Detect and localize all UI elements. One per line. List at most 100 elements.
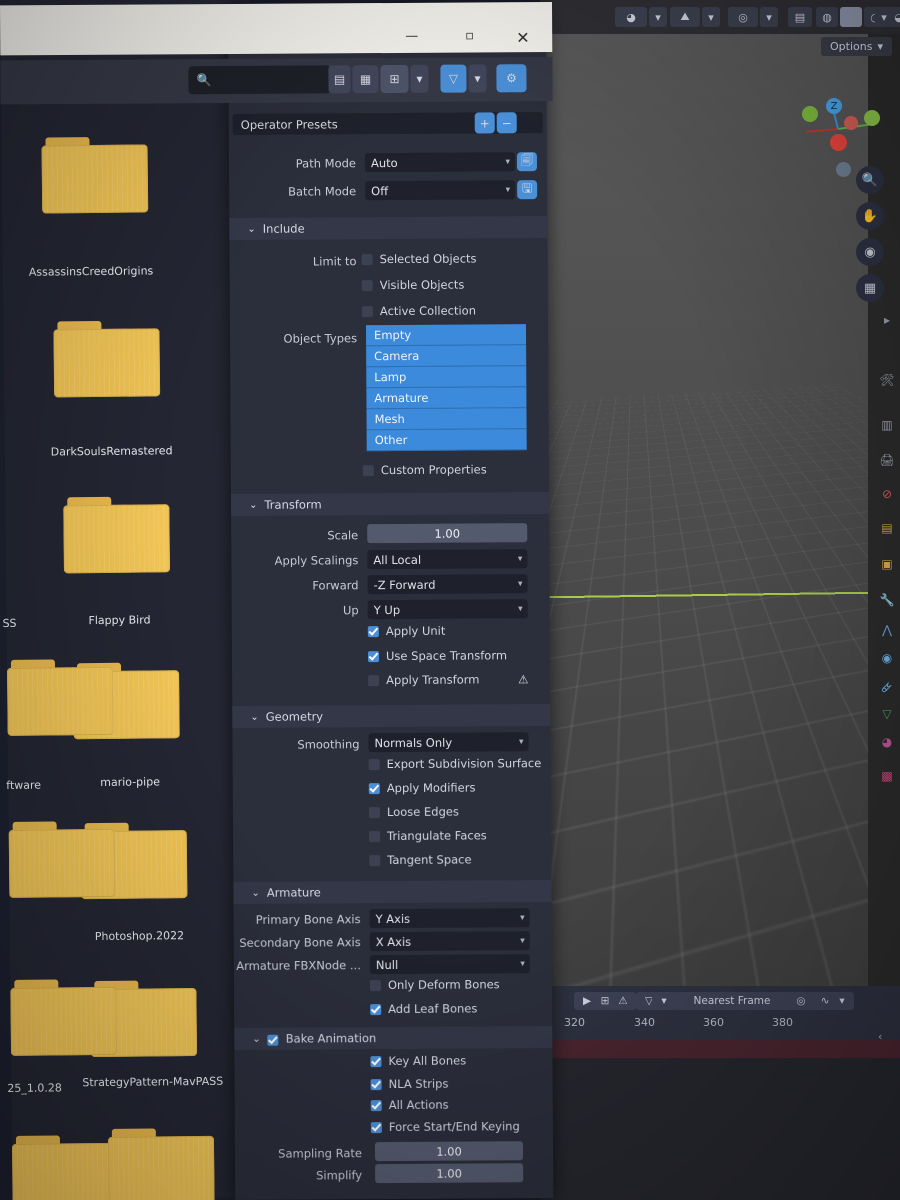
- object-type-item[interactable]: Lamp: [366, 366, 527, 389]
- gear-icon[interactable]: ⚙: [496, 64, 527, 93]
- minimize-button[interactable]: —: [405, 29, 418, 44]
- only-deform-bones-checkbox[interactable]: [369, 980, 382, 992]
- key-all-bones-checkbox[interactable]: [370, 1056, 382, 1068]
- warning-icon[interactable]: ⚠: [610, 992, 636, 1010]
- shading-mode-icon[interactable]: ◕: [615, 7, 647, 27]
- timeline-frame-range[interactable]: [540, 1040, 900, 1058]
- texture-tab-icon[interactable]: ▩: [876, 766, 898, 786]
- object-type-item[interactable]: Camera: [366, 345, 527, 368]
- add-leaf-bones-checkbox[interactable]: [370, 1004, 382, 1016]
- folder-icon[interactable]: [6, 659, 114, 736]
- gizmo-axis-z[interactable]: Z: [826, 98, 842, 114]
- armature-fbxnode-dropdown[interactable]: Null ▾: [369, 954, 530, 975]
- folder-icon[interactable]: [107, 1128, 215, 1200]
- viewport-options-button[interactable]: Options ▾: [821, 37, 892, 56]
- falloff-caret-icon[interactable]: ▾: [830, 992, 854, 1010]
- scene-world-icon[interactable]: ◍: [816, 7, 838, 27]
- funnel-icon[interactable]: ▽: [440, 64, 467, 93]
- object-tab-icon[interactable]: ▣: [876, 554, 898, 574]
- folder-icon[interactable]: [53, 320, 161, 398]
- object-type-item[interactable]: Other: [366, 429, 527, 452]
- navigation-gizmo[interactable]: Z: [800, 90, 890, 177]
- close-button[interactable]: ✕: [516, 28, 530, 47]
- forward-dropdown[interactable]: -Z Forward ▾: [367, 574, 528, 595]
- folder-icon[interactable]: [11, 1135, 119, 1200]
- scene-tab-icon[interactable]: ⊘: [876, 484, 898, 504]
- material-tab-icon[interactable]: ◕: [876, 732, 898, 752]
- overlay-icon[interactable]: ⛰: [670, 7, 700, 27]
- triangulate-faces-checkbox[interactable]: [369, 831, 381, 843]
- up-dropdown[interactable]: Y Up ▾: [367, 599, 528, 620]
- remove-preset-button[interactable]: −: [496, 112, 517, 134]
- bake-animation-section-header[interactable]: ⌄ Bake Animation: [234, 1026, 553, 1050]
- sampling-rate-slider[interactable]: 1.00: [374, 1141, 524, 1162]
- nla-strips-checkbox[interactable]: [370, 1079, 382, 1091]
- folder-icon[interactable]: [63, 496, 171, 574]
- xray-caret-icon[interactable]: ▾: [760, 7, 778, 27]
- folder-icon[interactable]: [41, 136, 149, 214]
- render-tab-icon[interactable]: ▥: [876, 415, 898, 435]
- gizmo-axis-neg-x[interactable]: [844, 116, 858, 130]
- transform-section-header[interactable]: ⌄ Transform: [230, 492, 550, 516]
- search-input[interactable]: 🔍: [188, 65, 331, 95]
- secondary-bone-axis-dropdown[interactable]: X Axis ▾: [369, 931, 530, 952]
- shading-caret-icon[interactable]: ▾: [649, 7, 667, 27]
- folder-icon[interactable]: [8, 821, 116, 898]
- grid-view-icon[interactable]: ⊞: [380, 64, 409, 94]
- constraint-icon[interactable]: 🜸: [876, 676, 898, 696]
- custom-properties-checkbox[interactable]: [362, 465, 374, 477]
- apply-scalings-dropdown[interactable]: All Local ▾: [367, 549, 528, 570]
- apply-modifiers-checkbox[interactable]: [368, 783, 380, 795]
- scale-slider[interactable]: 1.00: [367, 523, 528, 544]
- gizmo-axis-x[interactable]: [830, 134, 847, 151]
- list-view-icon[interactable]: ▤: [328, 65, 351, 94]
- funnel-caret-icon[interactable]: ▾: [652, 992, 676, 1010]
- gizmo-axis-neg-z[interactable]: [836, 162, 851, 177]
- use-space-transform-checkbox[interactable]: [367, 651, 380, 663]
- armature-section-header[interactable]: ⌄ Armature: [233, 880, 552, 904]
- tangent-space-checkbox[interactable]: [369, 855, 381, 867]
- add-preset-button[interactable]: +: [474, 112, 495, 134]
- frame-mode-dropdown[interactable]: Nearest Frame: [674, 992, 790, 1010]
- view-caret-icon[interactable]: ▾: [410, 64, 429, 93]
- all-actions-checkbox[interactable]: [370, 1100, 382, 1112]
- loose-edges-checkbox[interactable]: [368, 807, 380, 819]
- object-type-item[interactable]: Empty: [365, 324, 527, 347]
- physics-icon[interactable]: ◉: [876, 648, 898, 668]
- bake-animation-checkbox[interactable]: [267, 1034, 279, 1046]
- solid-shading-icon[interactable]: [840, 7, 862, 27]
- wrench-icon[interactable]: 🔧: [876, 590, 898, 610]
- include-section-header[interactable]: ⌄ Include: [229, 216, 548, 240]
- apply-transform-checkbox[interactable]: [368, 675, 380, 687]
- save-batch-icon[interactable]: 🖫: [517, 180, 538, 200]
- object-types-list[interactable]: Empty Camera Lamp Armature Mesh Other: [365, 324, 527, 452]
- data-tab-icon[interactable]: ▽: [876, 704, 898, 724]
- simplify-slider[interactable]: 1.00: [375, 1163, 524, 1184]
- gizmo-axis-y[interactable]: [864, 110, 880, 126]
- detail-view-icon[interactable]: ▦: [352, 65, 379, 94]
- grid-icon[interactable]: ▦: [856, 274, 884, 302]
- filter-caret-icon[interactable]: ▾: [468, 64, 487, 93]
- gizmo-axis-neg-y[interactable]: [802, 106, 818, 122]
- path-mode-dropdown[interactable]: Auto ▾: [364, 152, 516, 173]
- active-collection-checkbox[interactable]: [361, 306, 373, 318]
- copy-path-icon[interactable]: 🗐: [516, 152, 538, 172]
- selected-objects-checkbox[interactable]: [361, 254, 373, 266]
- object-type-item[interactable]: Mesh: [366, 408, 527, 431]
- fbx-export-dialog[interactable]: — ▫ ✕ 🔍 ▤ ▦ ⊞ ▾ ▽ ▾ ⚙ Operator Presets ▾…: [0, 2, 554, 1200]
- view-layer-icon[interactable]: ▤: [788, 7, 812, 27]
- export-subdivision-surface-checkbox[interactable]: [368, 759, 380, 771]
- object-type-item[interactable]: Armature: [366, 387, 527, 410]
- output-tab-icon[interactable]: 🖨: [876, 450, 898, 470]
- camera-icon[interactable]: ◉: [856, 238, 884, 266]
- overlay-caret-icon[interactable]: ▾: [702, 7, 720, 27]
- timeline-scroll-arrow[interactable]: ‹: [878, 1030, 882, 1043]
- smoothing-dropdown[interactable]: Normals Only ▾: [368, 732, 529, 753]
- folder-icon[interactable]: [10, 979, 118, 1056]
- primary-bone-axis-dropdown[interactable]: Y Axis ▾: [369, 908, 530, 929]
- force-start-end-keying-checkbox[interactable]: [370, 1122, 382, 1134]
- maximize-button[interactable]: ▫: [465, 28, 474, 43]
- zoom-icon[interactable]: 🔍: [856, 166, 884, 194]
- properties-editor-icon[interactable]: ▸: [876, 310, 898, 330]
- topbar-caret-icon[interactable]: ▾: [875, 7, 893, 27]
